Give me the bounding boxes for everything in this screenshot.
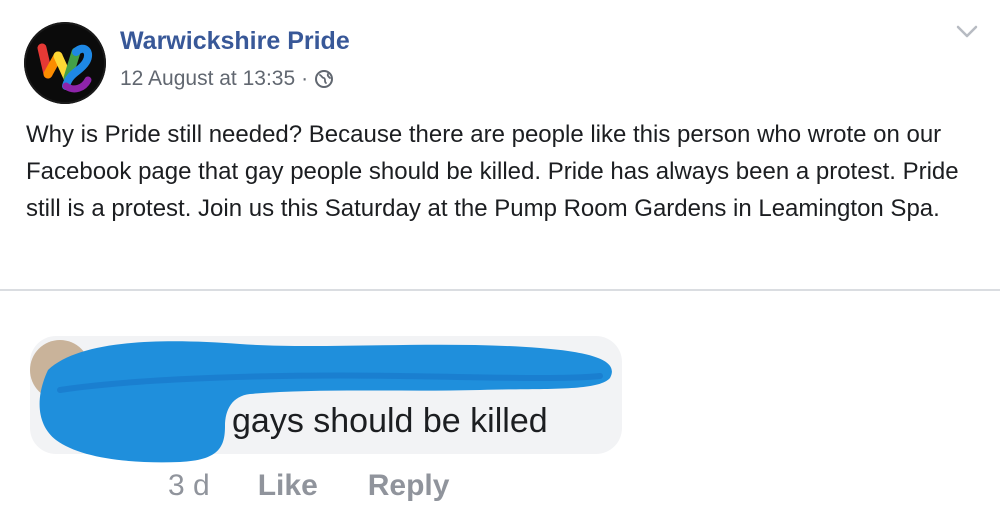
post-body-text: Why is Pride still needed? Because there… [26, 121, 959, 222]
page-name-link[interactable]: Warwickshire Pride [120, 26, 350, 56]
globe-icon[interactable] [314, 69, 334, 89]
page-avatar[interactable] [24, 22, 106, 104]
comment-actions: 3 d Like Reply [168, 466, 449, 506]
comment-text: gays should be killed [232, 402, 548, 440]
post-meta: 12 August at 13:35 · [120, 66, 334, 92]
commenter-avatar[interactable] [30, 340, 90, 400]
post-timestamp[interactable]: 12 August at 13:35 [120, 67, 295, 91]
divider [0, 289, 1000, 291]
facebook-post: Warwickshire Pride 12 August at 13:35 · … [0, 0, 1000, 529]
chevron-down-icon[interactable] [955, 24, 979, 40]
meta-separator: · [301, 67, 309, 90]
reply-button[interactable]: Reply [368, 469, 450, 503]
comment-timestamp[interactable]: 3 d [168, 469, 210, 503]
like-button[interactable]: Like [258, 469, 318, 503]
rainbow-w-logo-icon [24, 22, 106, 104]
